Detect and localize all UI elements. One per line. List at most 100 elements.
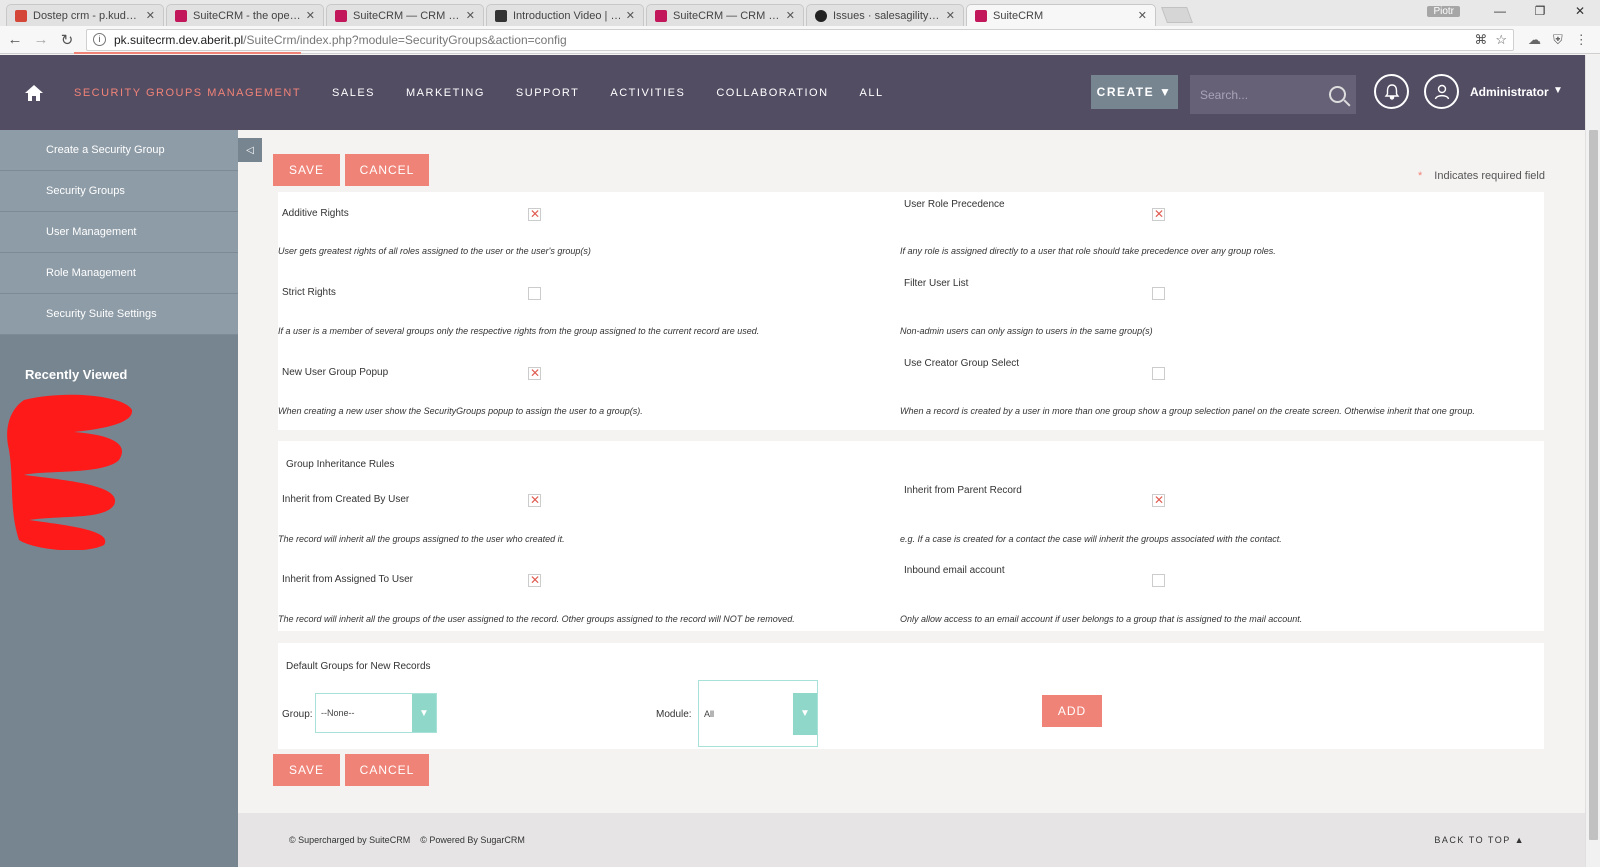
reload-icon[interactable]: ↻ <box>56 31 78 49</box>
inherit-created-by-checkbox[interactable] <box>528 493 541 507</box>
translate-icon[interactable]: ⌘ <box>1474 32 1487 48</box>
user-name[interactable]: Administrator <box>1470 85 1549 99</box>
browser-tab-bar: Dostep crm - p.kudyba@✕ SuiteCRM - the o… <box>0 0 1600 26</box>
footer-credits: © Supercharged by SuiteCRM © Powered By … <box>289 835 525 845</box>
strict-rights-desc: If a user is a member of several groups … <box>278 326 760 336</box>
browser-tab[interactable]: SuiteCRM - the open sou✕ <box>166 4 324 26</box>
back-icon[interactable]: ← <box>4 31 26 48</box>
window-controls: Piotr — ❐ ✕ <box>1427 0 1600 22</box>
nav-activities[interactable]: ACTIVITIES <box>610 87 685 99</box>
inherit-parent-record-label: Inherit from Parent Record <box>904 485 1022 496</box>
filter-user-list-checkbox[interactable] <box>1152 287 1165 300</box>
supercharged-link[interactable]: © Supercharged by SuiteCRM <box>289 835 410 845</box>
sidebar-item-security-suite-settings[interactable]: Security Suite Settings <box>0 294 238 335</box>
global-search[interactable] <box>1190 75 1356 114</box>
browser-tab-active[interactable]: SuiteCRM ✕ <box>966 4 1156 26</box>
additive-rights-checkbox[interactable] <box>528 207 541 221</box>
profile-badge[interactable]: Piotr <box>1427 5 1460 17</box>
browser-tab[interactable]: Issues · salesagility/Suite✕ <box>806 4 964 26</box>
inherit-parent-record-checkbox[interactable] <box>1152 493 1165 507</box>
suitecrm-top-nav: SECURITY GROUPS MANAGEMENT SALES MARKETI… <box>0 51 1600 130</box>
close-tab-icon[interactable]: ✕ <box>306 9 315 22</box>
group-select[interactable]: --None-- ▼ <box>315 693 437 733</box>
nav-sales[interactable]: SALES <box>332 87 375 99</box>
group-label: Group: <box>282 709 313 720</box>
nav-marketing[interactable]: MARKETING <box>406 87 485 99</box>
browser-tab[interactable]: SuiteCRM — CRM for the✕ <box>326 4 484 26</box>
restore-icon[interactable]: ❐ <box>1520 4 1560 18</box>
close-tab-icon[interactable]: ✕ <box>146 9 155 22</box>
nav-all[interactable]: ALL <box>860 87 884 99</box>
sidebar-item-security-groups[interactable]: Security Groups <box>0 171 238 212</box>
new-tab-button[interactable] <box>1161 7 1193 23</box>
inherit-created-by-desc: The record will inherit all the groups a… <box>278 534 565 544</box>
filter-user-list-label: Filter User List <box>904 278 969 289</box>
sidebar-item-user-management[interactable]: User Management <box>0 212 238 253</box>
inherit-assigned-to-label: Inherit from Assigned To User <box>282 574 413 585</box>
bookmark-star-icon[interactable]: ☆ <box>1495 32 1507 48</box>
additive-rights-label: Additive Rights <box>282 208 349 219</box>
filter-user-list-desc: Non-admin users can only assign to users… <box>900 326 1153 336</box>
close-tab-icon[interactable]: ✕ <box>626 9 635 22</box>
create-button[interactable]: CREATE ▼ <box>1091 75 1178 109</box>
nav-support[interactable]: SUPPORT <box>516 87 579 99</box>
user-role-precedence-checkbox[interactable] <box>1152 207 1165 221</box>
browser-toolbar: ← → ↻ i pk.suitecrm.dev.aberit.pl/SuiteC… <box>0 26 1600 54</box>
close-tab-icon[interactable]: ✕ <box>1138 9 1147 22</box>
strict-rights-checkbox[interactable] <box>528 287 541 300</box>
use-creator-group-select-desc: When a record is created by a user in mo… <box>900 406 1475 416</box>
forward-icon[interactable]: → <box>30 31 52 48</box>
inbound-email-account-desc: Only allow access to an email account if… <box>900 614 1303 624</box>
shield-extension-icon[interactable]: ⛨ <box>1553 32 1563 48</box>
inbound-email-account-checkbox[interactable] <box>1152 574 1165 587</box>
powered-by-link[interactable]: © Powered By SugarCRM <box>420 835 525 845</box>
suitecrm-favicon-icon <box>175 9 187 22</box>
close-window-icon[interactable]: ✕ <box>1560 4 1600 18</box>
stackoverflow-favicon-icon <box>495 9 507 22</box>
cancel-button-bottom[interactable]: CANCEL <box>345 754 429 786</box>
scrollbar-thumb[interactable] <box>1589 130 1598 840</box>
close-tab-icon[interactable]: ✕ <box>946 9 955 22</box>
back-to-top-link[interactable]: BACK TO TOP ▲ <box>1434 835 1525 845</box>
add-button[interactable]: ADD <box>1042 695 1102 727</box>
browser-tab[interactable]: SuiteCRM — CRM for the✕ <box>646 4 804 26</box>
page-scrollbar[interactable] <box>1585 55 1600 867</box>
module-select-value: All <box>704 708 715 719</box>
cloud-extension-icon[interactable]: ☁ <box>1528 32 1541 48</box>
url-host: pk.suitecrm.dev.aberit.pl <box>114 32 244 47</box>
module-select[interactable]: All ▼ <box>698 680 818 747</box>
default-groups-panel: Default Groups for New Records Group: --… <box>278 643 1544 749</box>
nav-security-groups-management[interactable]: SECURITY GROUPS MANAGEMENT <box>74 51 302 99</box>
sidebar-item-role-management[interactable]: Role Management <box>0 253 238 294</box>
close-tab-icon[interactable]: ✕ <box>786 9 795 22</box>
use-creator-group-select-checkbox[interactable] <box>1152 367 1165 380</box>
inherit-assigned-to-checkbox[interactable] <box>528 573 541 587</box>
browser-tab[interactable]: Introduction Video | Secu✕ <box>486 4 644 26</box>
strict-rights-label: Strict Rights <box>282 287 336 298</box>
save-button-bottom[interactable]: SAVE <box>273 754 340 786</box>
cancel-button-top[interactable]: CANCEL <box>345 154 429 186</box>
notifications-bell-icon[interactable] <box>1374 74 1409 109</box>
site-info-icon[interactable]: i <box>93 33 106 46</box>
search-input[interactable] <box>1200 87 1320 102</box>
new-user-group-popup-checkbox[interactable] <box>528 366 541 380</box>
redacted-scribble <box>7 394 133 550</box>
search-icon[interactable] <box>1329 86 1346 103</box>
browser-tab[interactable]: Dostep crm - p.kudyba@✕ <box>6 4 164 26</box>
home-icon[interactable] <box>24 83 44 103</box>
menu-kebab-icon[interactable]: ⋮ <box>1575 32 1588 48</box>
user-menu-caret-icon[interactable]: ▼ <box>1553 85 1563 96</box>
minimize-icon[interactable]: — <box>1480 4 1520 18</box>
user-avatar-icon[interactable] <box>1424 74 1459 109</box>
nav-collaboration[interactable]: COLLABORATION <box>716 87 828 99</box>
address-bar[interactable]: i pk.suitecrm.dev.aberit.pl/SuiteCrm/ind… <box>86 28 1514 51</box>
default-groups-title: Default Groups for New Records <box>286 661 431 672</box>
security-settings-panel: Additive Rights User gets greatest right… <box>278 192 1544 430</box>
gmail-icon <box>15 9 27 22</box>
sidebar-actions: Create a Security Group Security Groups … <box>0 130 238 335</box>
recently-viewed-title: Recently Viewed <box>25 367 128 382</box>
inherit-assigned-to-desc: The record will inherit all the groups o… <box>278 614 795 624</box>
sidebar-item-create-security-group[interactable]: Create a Security Group <box>0 130 238 171</box>
close-tab-icon[interactable]: ✕ <box>466 9 475 22</box>
save-button-top[interactable]: SAVE <box>273 154 340 186</box>
